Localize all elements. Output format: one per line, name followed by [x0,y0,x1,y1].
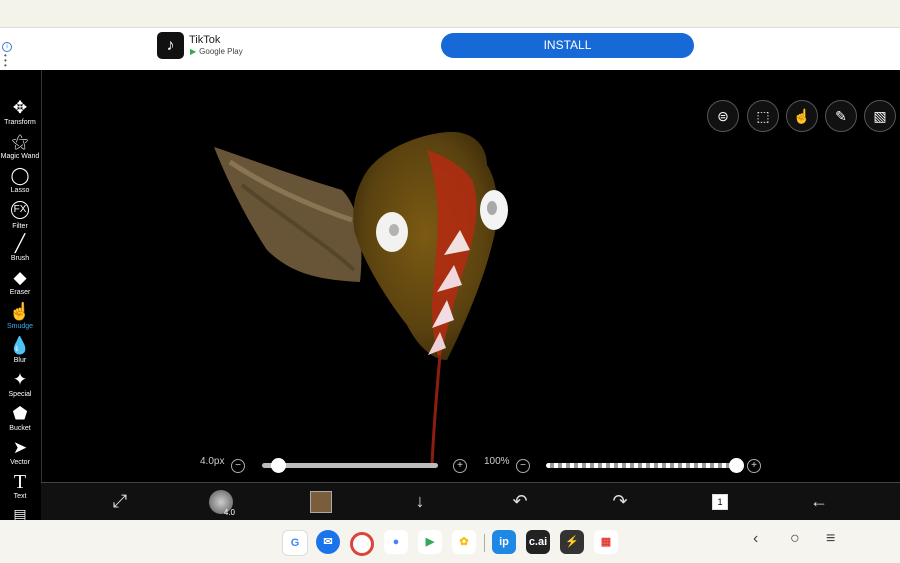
opacity-decrease-button[interactable]: − [516,459,530,473]
ad-menu-icon[interactable]: • • • [4,52,7,70]
opacity-slider[interactable] [546,463,736,468]
tool-label: Smudge [6,323,34,330]
tool-label: Text [13,493,27,500]
color-swatch-button[interactable] [306,486,336,516]
undo-icon[interactable]: ↶ [505,486,535,516]
play-store-icon: ▶ [190,47,197,56]
layers-count: 1 [712,494,728,511]
transform-icon: ✥ [12,98,28,117]
lasso-icon: ◯ [10,166,30,185]
play-store-app-icon[interactable]: ▶ [418,530,442,554]
drip-line [430,354,442,466]
brush-preview-icon: 4.0 [209,490,235,518]
body-shape [353,131,498,360]
hand-tool-icon[interactable]: ☝ [786,100,818,132]
brush-icon: ╱ [14,234,26,253]
tool-label: Lasso [10,187,30,194]
nav-home-icon[interactable]: ○ [790,530,800,548]
brush-preview-button[interactable]: 4.0 [206,486,236,518]
redo-icon[interactable]: ↷ [605,486,635,516]
tool-filter[interactable]: FX Filter [0,200,40,233]
download-arrow-icon[interactable]: ↓ [405,486,435,516]
tool-blur[interactable]: 💧 Blur [0,336,40,369]
tool-label: Eraser [9,289,31,296]
blur-drop-icon: 💧 [9,336,31,355]
size-increase-button[interactable]: + [453,459,467,473]
ad-store-text: Google Play [199,47,243,56]
ad-banner[interactable]: i • • • ♪ TikTok ▶ Google Play INSTALL [0,28,900,70]
tool-special[interactable]: ✦ Special [0,370,40,403]
tool-label: Brush [10,255,30,262]
spark-app-icon[interactable]: ⚡ [560,530,584,554]
install-button[interactable]: INSTALL [441,33,694,58]
dock-divider [484,534,485,552]
tiktok-logo-icon[interactable]: ♪ [157,32,184,59]
status-bar [0,0,900,28]
photos-app-icon[interactable]: ✿ [452,530,476,554]
system-dock: G ✉ ● ▶ ✿ ip c.ai ⚡ ▦ ‹ ○ ≡ [0,520,900,563]
assistant-app-icon[interactable]: ● [384,530,408,554]
drawing-canvas[interactable]: ⊜ ⬚ ☝ ✎ ▧ [42,70,900,522]
tool-magic-wand[interactable]: ⚝ Magic Wand [0,132,40,165]
messages-app-icon[interactable]: ✉ [316,530,340,554]
nav-back-icon[interactable]: ‹ [753,530,758,548]
chrome-app-icon[interactable] [350,532,374,556]
tool-label: Magic Wand [0,153,40,160]
tool-label: Bucket [9,425,31,432]
brush-size-slider[interactable] [262,463,438,468]
vector-arrow-icon: ➤ [12,438,28,457]
tool-label: Special [8,391,32,398]
filter-icon: FX [11,201,29,219]
nav-recents-icon[interactable]: ≡ [826,530,835,548]
eraser-icon: ◆ [13,268,27,287]
brush-size-knob[interactable] [270,458,286,473]
tool-transform[interactable]: ✥ Transform [0,98,40,131]
tool-label: Transform [4,119,36,126]
toggle-panel-icon[interactable]: ⊜ [707,100,739,132]
back-arrow-icon[interactable]: ← [804,486,834,516]
tool-label: Filter [12,223,28,230]
bucket-icon: ⬟ [12,404,28,423]
right-pupil [487,201,497,215]
text-icon: T [13,471,27,493]
cai-app-icon[interactable]: c.ai [526,530,550,554]
ibis-paint-app-icon[interactable]: ip [492,530,516,554]
quick-tool-icon[interactable]: ⤢ [105,486,135,516]
tool-brush[interactable]: ╱ Brush [0,234,40,267]
layers-button[interactable]: 1 [705,486,735,516]
tool-label: Blur [13,357,27,364]
artwork [214,131,508,466]
opacity-label: 100% [484,456,510,467]
tool-text[interactable]: T Text [0,472,40,505]
size-decrease-button[interactable]: − [231,459,245,473]
tool-eraser[interactable]: ◆ Eraser [0,268,40,301]
smudge-icon: ☝ [9,302,31,321]
opacity-increase-button[interactable]: + [747,459,761,473]
ad-store-label: ▶ Google Play [190,47,243,56]
brush-preview-number: 4.0 [223,508,235,518]
image-reference-icon[interactable]: ▧ [864,100,896,132]
bottom-toolbar: ⤢ 4.0 ↓ ↶ ↷ 1 ← [41,482,900,521]
tool-vector[interactable]: ➤ Vector [0,438,40,471]
google-app-icon[interactable]: G [282,530,308,556]
brush-size-label: 4.0px [200,456,225,467]
current-color-swatch [310,491,332,514]
ad-app-name: TikTok [189,34,221,46]
apps-grid-icon[interactable]: ▦ [594,530,618,554]
ruler-icon[interactable]: ✎ [825,100,857,132]
tool-bucket[interactable]: ⬟ Bucket [0,404,40,437]
magic-wand-icon: ⚝ [11,132,29,151]
tool-lasso[interactable]: ◯ Lasso [0,166,40,199]
tool-smudge[interactable]: ☝ Smudge [0,302,40,335]
special-wand-icon: ✦ [12,370,28,389]
left-pupil [389,224,399,236]
tool-palette: ✥ Transform ⚝ Magic Wand ◯ Lasso FX Filter ╱… [0,70,42,522]
tool-label: Vector [10,459,30,466]
selection-icon[interactable]: ⬚ [747,100,779,132]
opacity-knob[interactable] [729,458,744,473]
